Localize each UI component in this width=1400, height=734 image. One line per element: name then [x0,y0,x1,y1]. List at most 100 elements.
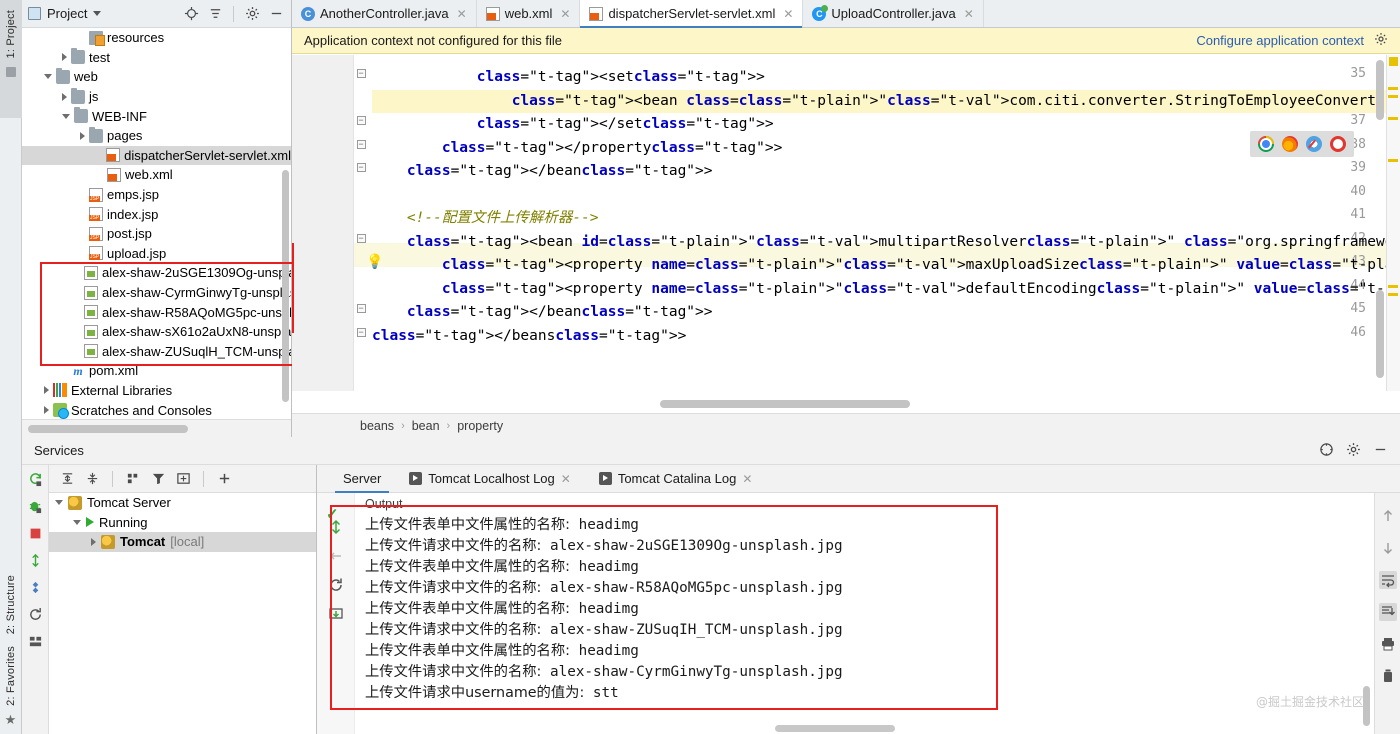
services-tree-item[interactable]: Running [49,513,316,533]
chevron-down-icon[interactable] [62,114,70,119]
safari-icon[interactable] [1306,136,1322,152]
breadcrumb-item[interactable]: bean [412,419,440,433]
editor-tab[interactable]: web.xml✕ [477,0,581,27]
favorites-star-icon[interactable]: ★ [5,712,17,728]
project-tree-item[interactable]: js [22,87,291,107]
code-line[interactable]: class="t-tag"></beanclass="t-tag">> [372,160,713,184]
chevron-right-icon[interactable] [80,132,85,140]
configure-application-context-link[interactable]: Configure application context [1196,33,1364,48]
close-icon[interactable]: ✕ [742,472,752,486]
services-run-toolbar[interactable] [22,465,49,734]
services-tree-item[interactable]: Tomcat Server [49,493,316,513]
project-tree-item[interactable]: post.jsp [22,224,291,244]
scroll-end-icon[interactable] [328,548,344,564]
close-icon[interactable]: ✕ [783,7,793,21]
chevron-right-icon[interactable] [44,406,49,414]
soft-wrap-icon[interactable] [1379,571,1397,589]
project-tree-item[interactable]: Scratches and Consoles [22,400,291,419]
gear-icon[interactable] [1346,442,1361,460]
project-tree-item[interactable]: mpom.xml [22,361,291,381]
project-rail-icon[interactable] [6,67,16,77]
breadcrumb[interactable]: beans›bean›property [292,413,1400,437]
editor-horizontal-scrollbar[interactable] [660,400,910,408]
code-line[interactable]: class="t-tag"><bean id=class="t-plain">"… [372,231,1400,255]
help-icon[interactable] [1319,442,1334,460]
chevron-right-icon[interactable] [44,386,49,394]
editor-tab[interactable]: dispatcherServlet-servlet.xml✕ [580,0,803,27]
collapse-all-icon[interactable] [84,471,100,487]
breadcrumb-item[interactable]: property [457,419,503,433]
console-horizontal-scrollbar[interactable] [775,725,895,732]
project-tree-item[interactable]: pages [22,126,291,146]
editor-tab[interactable]: CUploadController.java✕ [803,0,983,27]
console-tab[interactable]: Tomcat Catalina Log✕ [585,465,767,493]
group-icon[interactable] [125,471,141,487]
close-icon[interactable]: ✕ [457,7,467,21]
add-icon[interactable] [216,471,232,487]
close-icon[interactable]: ✕ [964,7,974,21]
project-tree-item[interactable]: External Libraries [22,381,291,401]
services-tree[interactable]: Tomcat ServerRunningTomcat[local] [49,493,316,734]
project-tree-item[interactable]: emps.jsp [22,185,291,205]
project-tree-item[interactable]: resources [22,28,291,48]
console-tab-bar[interactable]: ServerTomcat Localhost Log✕Tomcat Catali… [317,465,1400,493]
close-icon[interactable]: ✕ [560,7,570,21]
export-icon[interactable] [328,606,344,622]
rerun-icon[interactable] [27,471,43,487]
code-fold-icon[interactable]: − [357,116,366,125]
console-tab[interactable]: Tomcat Localhost Log✕ [395,465,585,493]
scroll-to-end-icon[interactable] [1379,603,1397,621]
code-line[interactable]: class="t-tag"></beansclass="t-tag">> [372,325,686,349]
project-tree-item[interactable]: index.jsp [22,204,291,224]
services-tree-item[interactable]: Tomcat[local] [49,532,316,552]
chevron-right-icon[interactable] [91,538,96,546]
firefox-icon[interactable] [1282,136,1298,152]
project-tree-item[interactable]: alex-shaw-ZUSuqlH_TCM-unsplash.jpg [22,342,291,362]
collapse-all-icon[interactable] [206,5,224,23]
project-tree-item[interactable]: alex-shaw-R58AQoMG5pc-unsplash.jpg [22,302,291,322]
editor-gutter[interactable] [292,55,354,391]
code-line[interactable]: class="t-tag"><setclass="t-tag">> [372,66,765,90]
console-output-area[interactable]: Output 上传文件表单中文件属性的名称: headimg上传文件请求中文件的… [317,493,1374,734]
code-fold-icon[interactable]: − [357,163,366,172]
trash-icon[interactable] [1379,667,1397,685]
console-tab[interactable]: Server [329,465,395,493]
code-line[interactable]: class="t-tag"></beanclass="t-tag">> [372,301,713,325]
add-tab-icon[interactable] [175,471,191,487]
arrow-down-icon[interactable] [1379,539,1397,557]
project-tree-item[interactable]: dispatcherServlet-servlet.xml [22,146,291,166]
project-tree-vertical-scrollbar[interactable] [282,170,289,402]
rail-structure-label[interactable]: 2: Structure [5,569,17,640]
project-tree-item[interactable]: alex-shaw-CyrmGinwyTg-unsplash.jpg [22,283,291,303]
console-text[interactable]: Output 上传文件表单中文件属性的名称: headimg上传文件请求中文件的… [355,493,1374,734]
chrome-icon[interactable] [1258,136,1274,152]
project-tree-item[interactable]: upload.jsp [22,244,291,264]
expand-all-icon[interactable] [59,471,75,487]
minimize-icon[interactable] [267,5,285,23]
filter-icon[interactable] [150,471,166,487]
layout-icon[interactable] [27,633,43,649]
stop-icon[interactable] [27,525,43,541]
chevron-right-icon[interactable] [62,53,67,61]
code-line[interactable]: class="t-tag"></propertyclass="t-tag">> [372,137,782,161]
chevron-down-icon[interactable] [44,74,52,79]
close-icon[interactable]: ✕ [561,472,571,486]
rail-favorites-label[interactable]: 2: Favorites [5,640,17,712]
open-in-browser-popup[interactable] [1250,131,1354,157]
project-tree-item[interactable]: web [22,67,291,87]
code-fold-icon[interactable]: − [357,234,366,243]
locate-icon[interactable] [182,5,200,23]
code-fold-icon[interactable]: − [357,328,366,337]
chevron-down-icon[interactable] [93,11,101,16]
debug-icon[interactable] [27,498,43,514]
chevron-right-icon[interactable] [62,93,67,101]
code-fold-icon[interactable]: − [357,304,366,313]
project-tree-item[interactable]: alex-shaw-2uSGE1309Og-unsplash.jpg [22,263,291,283]
editor-tab[interactable]: CAnotherController.java✕ [292,0,477,27]
code-editor[interactable]: 35− class="t-tag"><setclass="t-tag">>36 … [292,55,1400,391]
code-fold-icon[interactable]: − [357,69,366,78]
chevron-down-icon[interactable] [73,520,81,525]
gear-icon[interactable] [243,5,261,23]
console-vertical-scrollbar[interactable] [1363,686,1370,726]
code-line[interactable]: class="t-tag"></setclass="t-tag">> [372,113,774,137]
